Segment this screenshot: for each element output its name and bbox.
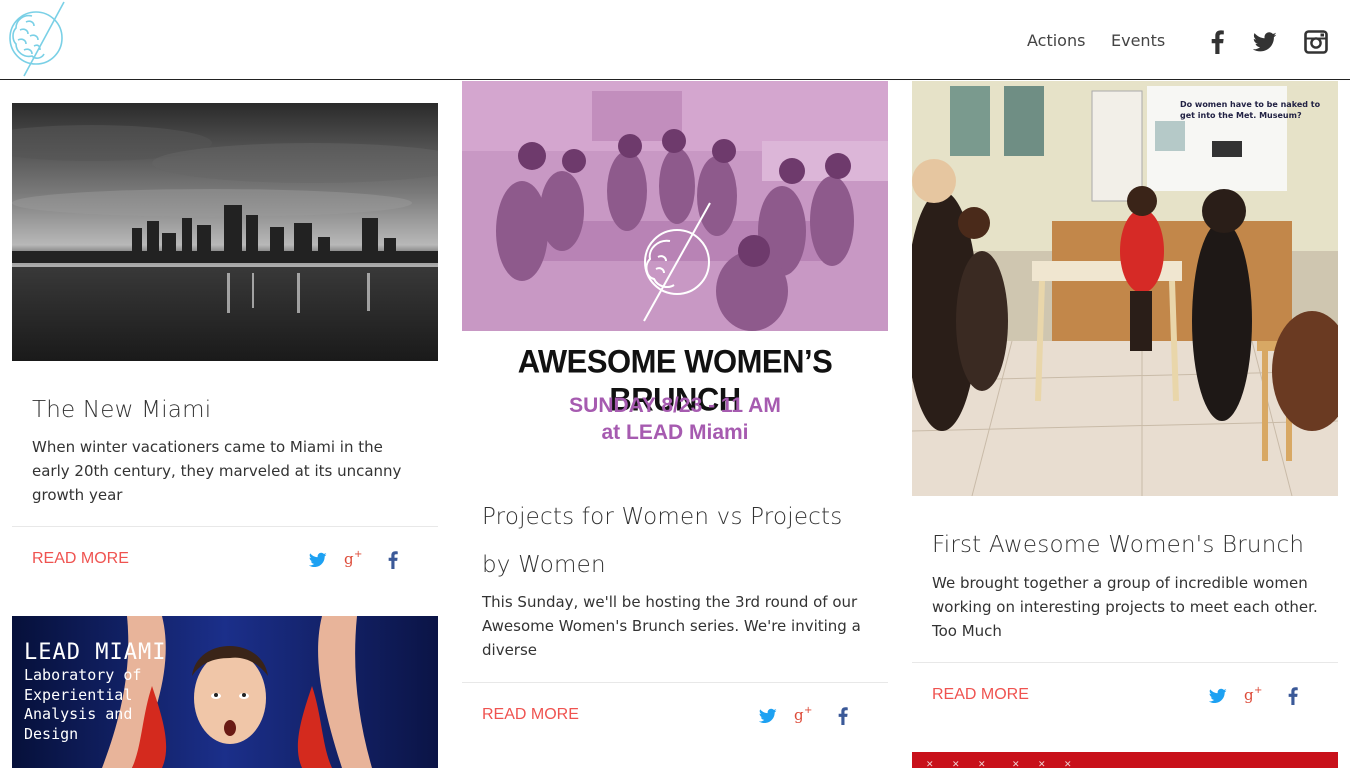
card-divider [912, 662, 1338, 663]
svg-text:+: + [354, 549, 362, 560]
svg-text:+: + [1254, 685, 1262, 696]
post-excerpt: This Sunday, we'll be hosting the 3rd ro… [482, 593, 861, 659]
svg-text:✕: ✕ [1012, 760, 1020, 768]
google-plus-icon[interactable]: g + [344, 549, 364, 569]
svg-text:+: + [804, 705, 812, 716]
svg-text:✕: ✕ [978, 760, 986, 768]
google-plus-icon[interactable]: g + [794, 705, 814, 725]
twitter-icon[interactable] [308, 551, 329, 571]
post-title[interactable]: Projects for Women vs Projects by Women [482, 493, 872, 589]
google-plus-icon[interactable]: g + [1244, 685, 1264, 705]
svg-text:g: g [1244, 686, 1254, 704]
facebook-icon[interactable] [1206, 30, 1230, 54]
read-more-link[interactable]: READ MORE [32, 550, 129, 568]
brunch-poster: AWESOME WOMEN’S BRUNCH SUNDAY 8/23 - 11 … [462, 331, 888, 479]
read-more-link[interactable]: READ MORE [932, 686, 1029, 704]
post-card-first-brunch: Do women have to be naked to get into th… [912, 81, 1338, 731]
card-divider [462, 682, 888, 683]
miami-skyline-image[interactable] [12, 103, 438, 361]
svg-text:✕: ✕ [926, 760, 934, 768]
poster-date: SUNDAY 8/23 - 11 AM [569, 394, 781, 417]
post-card-partial-red-image[interactable]: ✕ ✕ ✕ ✕ ✕ ✕ [912, 752, 1338, 770]
brain-logo-icon[interactable] [6, 0, 72, 78]
card-divider [12, 526, 438, 527]
post-card-new-miami: The New Miami When winter vacationers ca… [12, 103, 438, 593]
twitter-icon[interactable] [1208, 687, 1229, 707]
nav-actions-link[interactable]: Actions [1027, 31, 1085, 50]
svg-text:g: g [794, 706, 804, 724]
svg-text:✕: ✕ [952, 760, 960, 768]
svg-text:g: g [344, 550, 354, 568]
instagram-icon[interactable] [1304, 30, 1328, 54]
poster-title: LEAD MIAMI [24, 640, 167, 665]
post-card-projects-for-women: AWESOME WOMEN’S BRUNCH SUNDAY 8/23 - 11 … [462, 81, 888, 768]
facebook-icon[interactable] [836, 707, 856, 727]
post-card-lead-miami: LEAD MIAMI Laboratory of Experiential An… [12, 616, 438, 768]
post-title[interactable]: First Awesome Women's Brunch [932, 532, 1304, 558]
twitter-icon[interactable] [1252, 30, 1277, 54]
svg-text:✕: ✕ [1064, 760, 1072, 768]
brunch-photo-image[interactable] [462, 81, 888, 331]
read-more-link[interactable]: READ MORE [482, 706, 579, 724]
post-excerpt: We brought together a group of incredibl… [932, 574, 1318, 640]
poster-location: at LEAD Miami [601, 421, 749, 444]
post-title[interactable]: The New Miami [32, 397, 211, 423]
post-excerpt: When winter vacationers came to Miami in… [32, 438, 402, 504]
svg-text:✕: ✕ [1038, 760, 1046, 768]
nav-events-link[interactable]: Events [1111, 31, 1165, 50]
facebook-icon[interactable] [386, 551, 406, 571]
poster-subtitle: Laboratory of Experiential Analysis and … [24, 666, 142, 743]
site-header: Actions Events [0, 0, 1350, 80]
twitter-icon[interactable] [758, 707, 779, 727]
first-brunch-photo-image[interactable]: Do women have to be naked to get into th… [912, 81, 1338, 496]
facebook-icon[interactable] [1286, 687, 1306, 707]
